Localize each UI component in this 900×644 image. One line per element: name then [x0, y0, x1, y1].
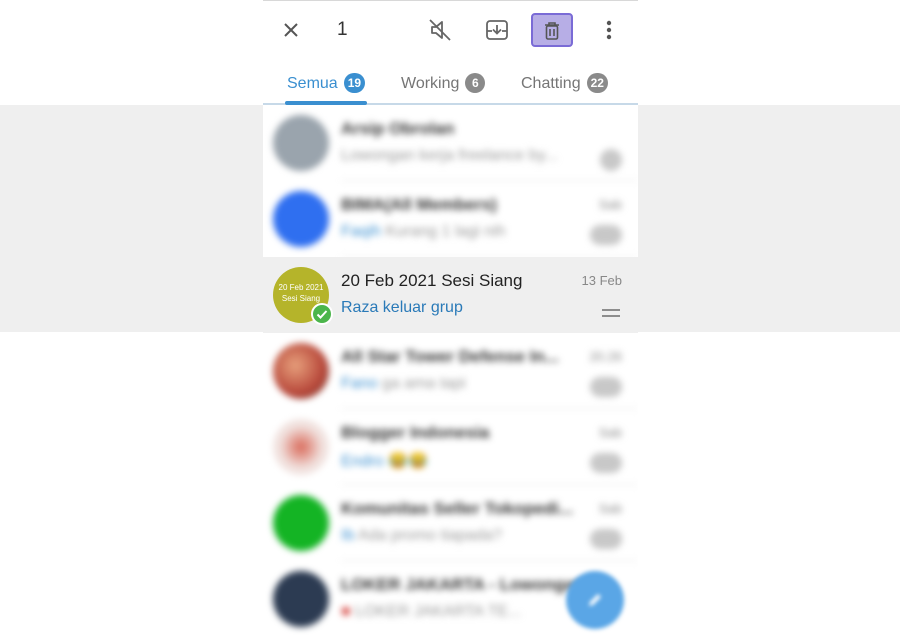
avatar	[273, 495, 329, 551]
chat-row-archived[interactable]: Arsip Obrolan Lowongan kerja freelance b…	[263, 105, 638, 181]
chat-row[interactable]: Blogger Indonesia Endro 😂😂 Sab	[263, 409, 638, 485]
chat-time: 20.26	[589, 349, 622, 364]
chat-name: BIMA(All Members)	[341, 195, 497, 214]
message-text: ga ama tapi	[381, 375, 466, 392]
pencil-icon	[589, 594, 601, 606]
muted-unread-badge	[590, 529, 622, 549]
chat-name: Blogger Indonesia	[341, 423, 490, 442]
delete-button[interactable]	[531, 13, 573, 47]
chat-name: Arsip Obrolan	[341, 119, 455, 138]
chat-time: 13 Feb	[581, 273, 622, 288]
chat-name: LOKER JAKARTA - Lowongan...	[341, 575, 599, 594]
muted-unread-badge	[590, 377, 622, 397]
tab-semua[interactable]: Semua 19	[287, 73, 366, 93]
tab-label: Working	[401, 75, 460, 92]
folder-tabs: Semua 19 Working 6 Chatting 22	[263, 60, 638, 105]
avatar	[273, 343, 329, 399]
selection-action-bar: 1	[263, 0, 638, 60]
chat-row[interactable]: All Star Tower Defense In... Fano ga ama…	[263, 333, 638, 409]
tab-badge: 22	[586, 73, 608, 93]
chat-name: 20 Feb 2021 Sesi Siang	[341, 271, 523, 290]
avatar	[273, 419, 329, 475]
compose-button[interactable]	[566, 571, 624, 629]
chat-message: Raza keluar grup	[341, 299, 463, 316]
archive-icon[interactable]	[483, 16, 511, 44]
tab-badge: 19	[343, 73, 366, 93]
muted-unread-badge	[590, 453, 622, 473]
sender-name: Ib	[341, 527, 355, 544]
telegram-screen: 1 Semua 19 Working 6 Chatting 22 Arsip O…	[263, 0, 638, 644]
tab-label: Semua	[287, 75, 338, 92]
chat-message: Faqih Kurang 1 lagi nih	[341, 223, 506, 241]
muted-unread-badge	[590, 225, 622, 245]
sender-name: Endro	[341, 453, 384, 470]
chat-row[interactable]: BIMA(All Members) Faqih Kurang 1 lagi ni…	[263, 181, 638, 257]
chat-message: Endro 😂😂	[341, 451, 428, 471]
tab-badge: 6	[465, 73, 486, 93]
pin-icon	[600, 149, 622, 171]
pinned-icon	[602, 309, 620, 317]
trash-icon	[545, 22, 559, 40]
chat-row[interactable]: Komunitas Seller Tokopedi... Ib Ada prom…	[263, 485, 638, 561]
archive-avatar	[273, 115, 329, 171]
avatar-text: 20 Feb 2021 Sesi Siang	[278, 283, 324, 303]
chat-name: Komunitas Seller Tokopedi...	[341, 499, 574, 518]
chat-message: ■ LOKER JAKARTA TE...	[341, 603, 522, 620]
chat-message: Ib Ada promo tiapada?	[341, 527, 502, 545]
more-vert-icon[interactable]	[597, 16, 621, 44]
tab-label: Chatting	[521, 75, 581, 92]
selected-check-icon	[311, 303, 333, 325]
chat-name: All Star Tower Defense In...	[341, 347, 559, 366]
message-text: 😂😂	[388, 453, 428, 470]
chat-time: Sab	[598, 501, 622, 516]
avatar	[273, 191, 329, 247]
close-icon[interactable]	[279, 18, 303, 42]
selected-count: 1	[337, 19, 348, 40]
chat-message: Fano ga ama tapi	[341, 375, 466, 393]
message-text: LOKER JAKARTA TE...	[355, 603, 522, 620]
chat-row-selected[interactable]: 20 Feb 2021 Sesi Siang 20 Feb 2021 Sesi S…	[263, 257, 638, 333]
message-text: Ada promo tiapada?	[357, 527, 503, 544]
mute-icon[interactable]	[426, 16, 454, 44]
message-text: Kurang 1 lagi nih	[385, 223, 506, 240]
chat-message: Lowongan kerja freelance by...	[341, 147, 558, 164]
tab-working[interactable]: Working 6	[401, 73, 486, 93]
chat-time: Sab	[598, 197, 622, 212]
sender-name: Fano	[341, 375, 378, 392]
tab-chatting[interactable]: Chatting 22	[521, 73, 608, 93]
avatar	[273, 571, 329, 627]
chat-time: Sab	[598, 425, 622, 440]
sender-name: Faqih	[341, 223, 382, 240]
